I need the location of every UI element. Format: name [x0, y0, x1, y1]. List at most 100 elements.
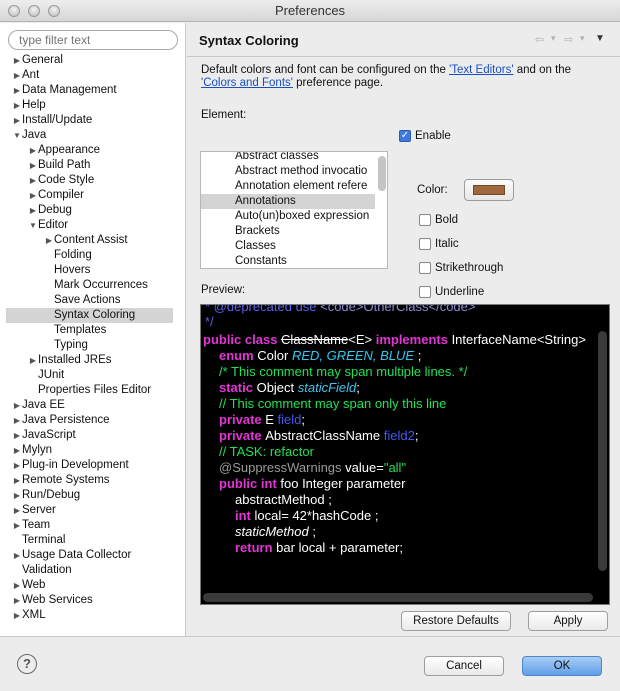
strikethrough-checkbox[interactable] — [419, 262, 431, 274]
collapsed-arrow-icon[interactable]: ▶ — [12, 413, 22, 428]
back-arrow-icon[interactable]: ⇦ — [535, 33, 544, 46]
tree-item[interactable]: ▶ Appearance — [28, 143, 100, 158]
restore-defaults-button[interactable]: Restore Defaults — [401, 611, 511, 631]
collapsed-arrow-icon[interactable]: ▶ — [28, 158, 38, 173]
tree-item[interactable]: ▶ Code Style — [28, 173, 94, 188]
tree-item[interactable]: Folding — [44, 248, 92, 263]
tree-item[interactable]: Save Actions — [44, 293, 120, 308]
tree-item[interactable]: ▶ Install/Update — [12, 113, 92, 128]
expanded-arrow-icon[interactable]: ▼ — [12, 128, 22, 143]
collapsed-arrow-icon[interactable]: ▶ — [12, 608, 22, 623]
tree-item[interactable]: ▶ Team — [12, 518, 50, 533]
tree-item[interactable]: ▶ Remote Systems — [12, 473, 110, 488]
filter-input[interactable] — [8, 30, 178, 50]
tree-item[interactable]: JUnit — [28, 368, 64, 383]
tree-item[interactable]: ▶ Build Path — [28, 158, 91, 173]
tree-item[interactable]: ▶ Plug-in Development — [12, 458, 129, 473]
tree-item[interactable]: Hovers — [44, 263, 90, 278]
cancel-button[interactable]: Cancel — [424, 656, 504, 676]
tree-item[interactable]: Terminal — [12, 533, 65, 548]
tree-item[interactable]: Syntax Coloring — [6, 308, 173, 323]
enable-checkbox[interactable]: ✓ — [399, 130, 411, 142]
collapsed-arrow-icon[interactable]: ▶ — [12, 473, 22, 488]
collapsed-arrow-icon[interactable]: ▶ — [12, 458, 22, 473]
element-list[interactable]: Abstract classes Abstract method invocati… — [200, 151, 388, 269]
tree-item[interactable]: ▶ General — [12, 53, 63, 68]
collapsed-arrow-icon[interactable]: ▶ — [28, 353, 38, 368]
element-list-item[interactable]: Brackets — [235, 224, 280, 239]
tree-item[interactable]: Mark Occurrences — [44, 278, 148, 293]
collapsed-arrow-icon[interactable]: ▶ — [12, 518, 22, 533]
tree-item[interactable]: ▶ JavaScript — [12, 428, 76, 443]
tree-item[interactable]: ▼Editor — [28, 218, 68, 233]
expanded-arrow-icon[interactable]: ▼ — [28, 218, 38, 233]
tree-item[interactable]: Templates — [44, 323, 106, 338]
code-preview[interactable]: * @deprecated use <code>OtherClass</code… — [200, 304, 610, 605]
collapsed-arrow-icon[interactable]: ▶ — [12, 503, 22, 518]
preview-horizontal-scrollbar[interactable] — [203, 593, 593, 602]
collapsed-arrow-icon[interactable]: ▶ — [28, 143, 38, 158]
tree-item[interactable]: ▶ Run/Debug — [12, 488, 80, 503]
collapsed-arrow-icon[interactable]: ▶ — [12, 548, 22, 563]
preview-vertical-scrollbar[interactable] — [598, 331, 607, 571]
close-window-button[interactable] — [8, 5, 20, 17]
view-menu-icon[interactable]: ▼ — [595, 33, 605, 44]
back-menu-icon[interactable]: ▾ — [551, 33, 556, 44]
bold-checkbox[interactable] — [419, 214, 431, 226]
colors-and-fonts-link[interactable]: 'Colors and Fonts' — [201, 77, 293, 89]
collapsed-arrow-icon[interactable]: ▶ — [12, 98, 22, 113]
color-picker-button[interactable] — [464, 179, 514, 201]
apply-button[interactable]: Apply — [528, 611, 608, 631]
forward-menu-icon[interactable]: ▾ — [580, 33, 585, 44]
tree-item[interactable]: ▶ Debug — [28, 203, 72, 218]
element-list-item[interactable]: Annotation element refere — [235, 179, 367, 194]
italic-checkbox[interactable] — [419, 238, 431, 250]
collapsed-arrow-icon[interactable]: ▶ — [12, 593, 22, 608]
tree-item[interactable]: ▶ Help — [12, 98, 46, 113]
tree-item[interactable]: Typing — [44, 338, 88, 353]
element-list-item[interactable]: Abstract method invocatio — [235, 164, 367, 179]
collapsed-arrow-icon[interactable]: ▶ — [12, 488, 22, 503]
tree-item[interactable]: ▶ Ant — [12, 68, 39, 83]
element-list-scrollbar[interactable] — [378, 156, 386, 191]
element-list-item[interactable]: Classes — [235, 239, 276, 254]
element-list-item[interactable]: Annotations — [235, 194, 296, 209]
collapsed-arrow-icon[interactable]: ▶ — [12, 83, 22, 98]
collapsed-arrow-icon[interactable]: ▶ — [44, 233, 54, 248]
minimize-window-button[interactable] — [28, 5, 40, 17]
tree-item[interactable]: ▶ XML — [12, 608, 46, 623]
tree-item[interactable]: ▶ Usage Data Collector — [12, 548, 131, 563]
collapsed-arrow-icon[interactable]: ▶ — [12, 113, 22, 128]
tree-item[interactable]: ▶ Java Persistence — [12, 413, 110, 428]
forward-arrow-icon[interactable]: ⇨ — [564, 33, 573, 46]
element-list-item[interactable]: Auto(un)boxed expression — [235, 209, 369, 224]
tree-item[interactable]: ▶ Server — [12, 503, 56, 518]
text-editors-link[interactable]: 'Text Editors' — [449, 64, 513, 76]
tree-item[interactable]: Properties Files Editor — [28, 383, 151, 398]
collapsed-arrow-icon[interactable]: ▶ — [12, 68, 22, 83]
tree-item[interactable]: ▶ Data Management — [12, 83, 117, 98]
collapsed-arrow-icon[interactable]: ▶ — [12, 398, 22, 413]
collapsed-arrow-icon[interactable]: ▶ — [28, 173, 38, 188]
tree-item[interactable]: ▶ Web Services — [12, 593, 93, 608]
tree-item[interactable]: ▶ Installed JREs — [28, 353, 112, 368]
collapsed-arrow-icon[interactable]: ▶ — [12, 428, 22, 443]
element-list-item[interactable]: Constants — [235, 254, 287, 268]
collapsed-arrow-icon[interactable]: ▶ — [28, 188, 38, 203]
tree-item[interactable]: ▼Java — [12, 128, 46, 143]
underline-checkbox[interactable] — [419, 286, 431, 298]
element-list-item[interactable]: Abstract classes — [235, 152, 319, 164]
tree-item[interactable]: ▶ Content Assist — [44, 233, 128, 248]
collapsed-arrow-icon[interactable]: ▶ — [12, 53, 22, 68]
ok-button[interactable]: OK — [522, 656, 602, 676]
tree-item[interactable]: ▶ Compiler — [28, 188, 84, 203]
collapsed-arrow-icon[interactable]: ▶ — [28, 203, 38, 218]
tree-item[interactable]: ▶ Web — [12, 578, 46, 593]
tree-item[interactable]: ▶ Java EE — [12, 398, 65, 413]
zoom-window-button[interactable] — [48, 5, 60, 17]
collapsed-arrow-icon[interactable]: ▶ — [12, 443, 22, 458]
collapsed-arrow-icon[interactable]: ▶ — [12, 578, 22, 593]
help-icon[interactable]: ? — [17, 654, 37, 674]
tree-item[interactable]: ▶ Mylyn — [12, 443, 52, 458]
tree-item[interactable]: Validation — [12, 563, 72, 578]
